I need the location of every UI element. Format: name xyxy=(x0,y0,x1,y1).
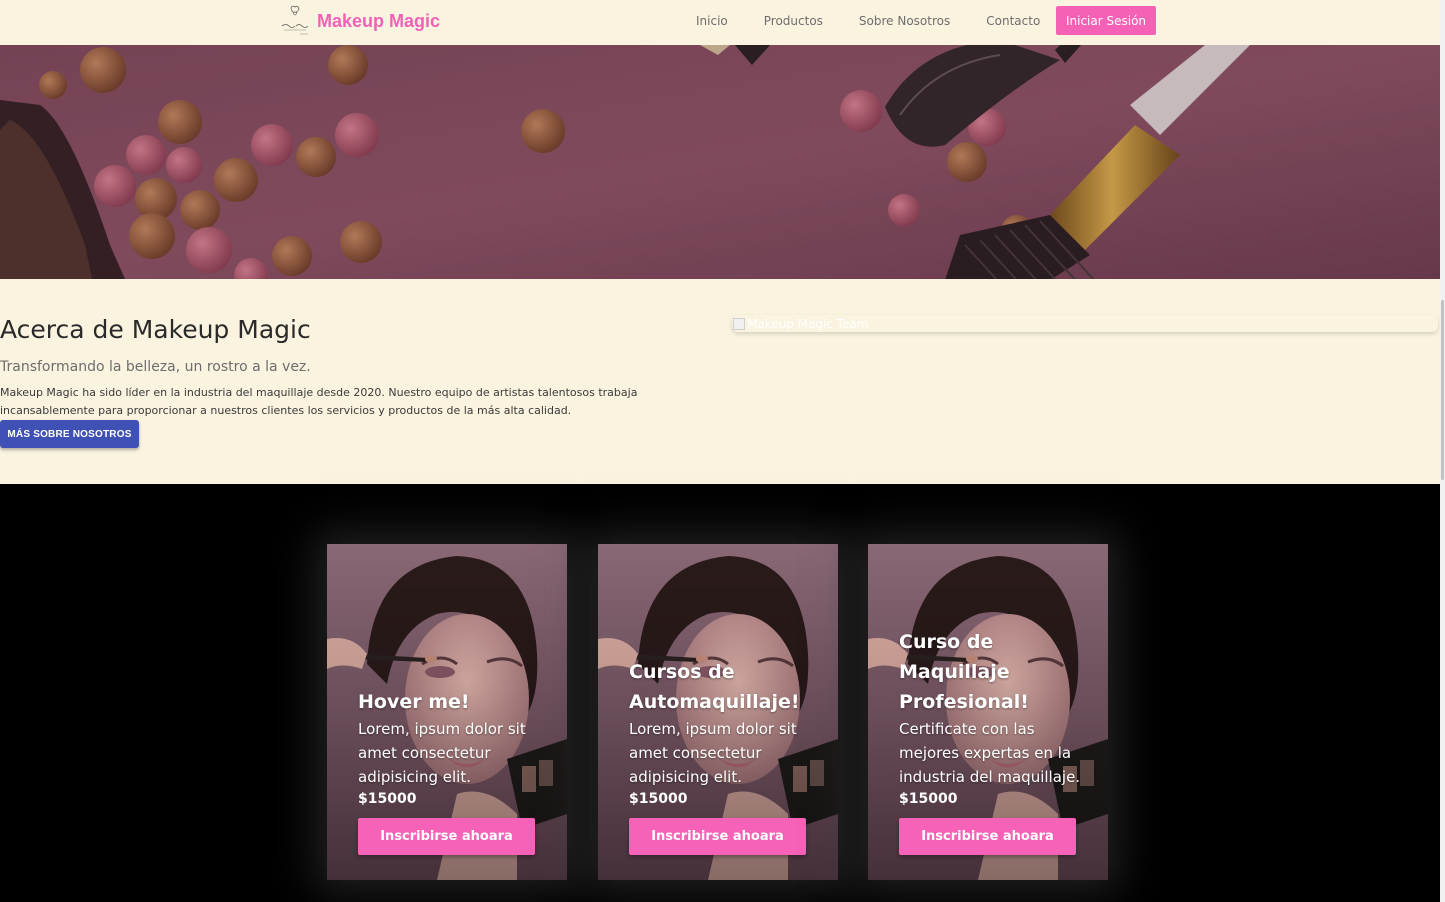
card-price: $15000 xyxy=(899,791,958,807)
card-text: Certificate con las mejores expertas en … xyxy=(899,720,1081,786)
nav-link-contacto[interactable]: Contacto xyxy=(968,14,1058,28)
about-more-button[interactable]: MÁS SOBRE NOSOTROS xyxy=(0,420,139,448)
about-team-image: Makeup Magic Team xyxy=(732,315,1438,332)
card-title: Cursos de Automaquillaje! xyxy=(629,661,800,713)
nav-link-inicio[interactable]: Inicio xyxy=(678,14,746,28)
scrollbar-thumb[interactable] xyxy=(1441,300,1444,480)
card-text: Lorem, ipsum dolor sit amet consectetur … xyxy=(358,720,526,786)
card-content: Curso de Maquillaje Profesional! Certifi… xyxy=(899,627,1088,880)
nav-link-productos[interactable]: Productos xyxy=(746,14,841,28)
broken-image-icon xyxy=(733,317,745,330)
page-scrollbar[interactable] xyxy=(1440,0,1445,902)
course-card[interactable]: Curso de Maquillaje Profesional! Certifi… xyxy=(868,544,1108,880)
enroll-button[interactable]: Inscribirse ahoara xyxy=(899,818,1076,855)
about-section: Acerca de Makeup Magic Transformando la … xyxy=(0,279,1440,484)
about-image-alt-text: Makeup Magic Team xyxy=(747,316,869,331)
card-content: Hover me! Lorem, ipsum dolor sit amet co… xyxy=(358,687,547,880)
course-card[interactable]: Cursos de Automaquillaje! Lorem, ipsum d… xyxy=(598,544,838,880)
card-title: Curso de Maquillaje Profesional! xyxy=(899,631,1029,713)
nav-links: Inicio Productos Sobre Nosotros Contacto xyxy=(678,0,1058,41)
card-content: Cursos de Automaquillaje! Lorem, ipsum d… xyxy=(629,657,818,880)
navbar: Makeup Magic Inicio Productos Sobre Noso… xyxy=(0,0,1440,45)
login-button[interactable]: Iniciar Sesión xyxy=(1056,6,1156,35)
enroll-button[interactable]: Inscribirse ahoara xyxy=(629,818,806,855)
brand-link[interactable]: Makeup Magic xyxy=(280,4,440,38)
card-price: $15000 xyxy=(358,791,417,807)
card-price: $15000 xyxy=(629,791,688,807)
courses-section: Hover me! Lorem, ipsum dolor sit amet co… xyxy=(0,484,1440,902)
about-subtitle: Transformando la belleza, un rostro a la… xyxy=(0,359,311,375)
logo-icon xyxy=(281,5,309,35)
about-title: Acerca de Makeup Magic xyxy=(0,315,311,344)
enroll-button[interactable]: Inscribirse ahoara xyxy=(358,818,535,855)
brand-name: Makeup Magic xyxy=(317,10,441,31)
nav-link-sobre-nosotros[interactable]: Sobre Nosotros xyxy=(841,14,968,28)
course-card[interactable]: Hover me! Lorem, ipsum dolor sit amet co… xyxy=(327,544,567,880)
hero-banner xyxy=(0,45,1440,279)
card-title: Hover me! xyxy=(358,691,470,713)
card-text: Lorem, ipsum dolor sit amet consectetur … xyxy=(629,720,797,786)
about-description: Makeup Magic ha sido líder en la industr… xyxy=(0,386,638,417)
hero-image xyxy=(0,45,1440,279)
